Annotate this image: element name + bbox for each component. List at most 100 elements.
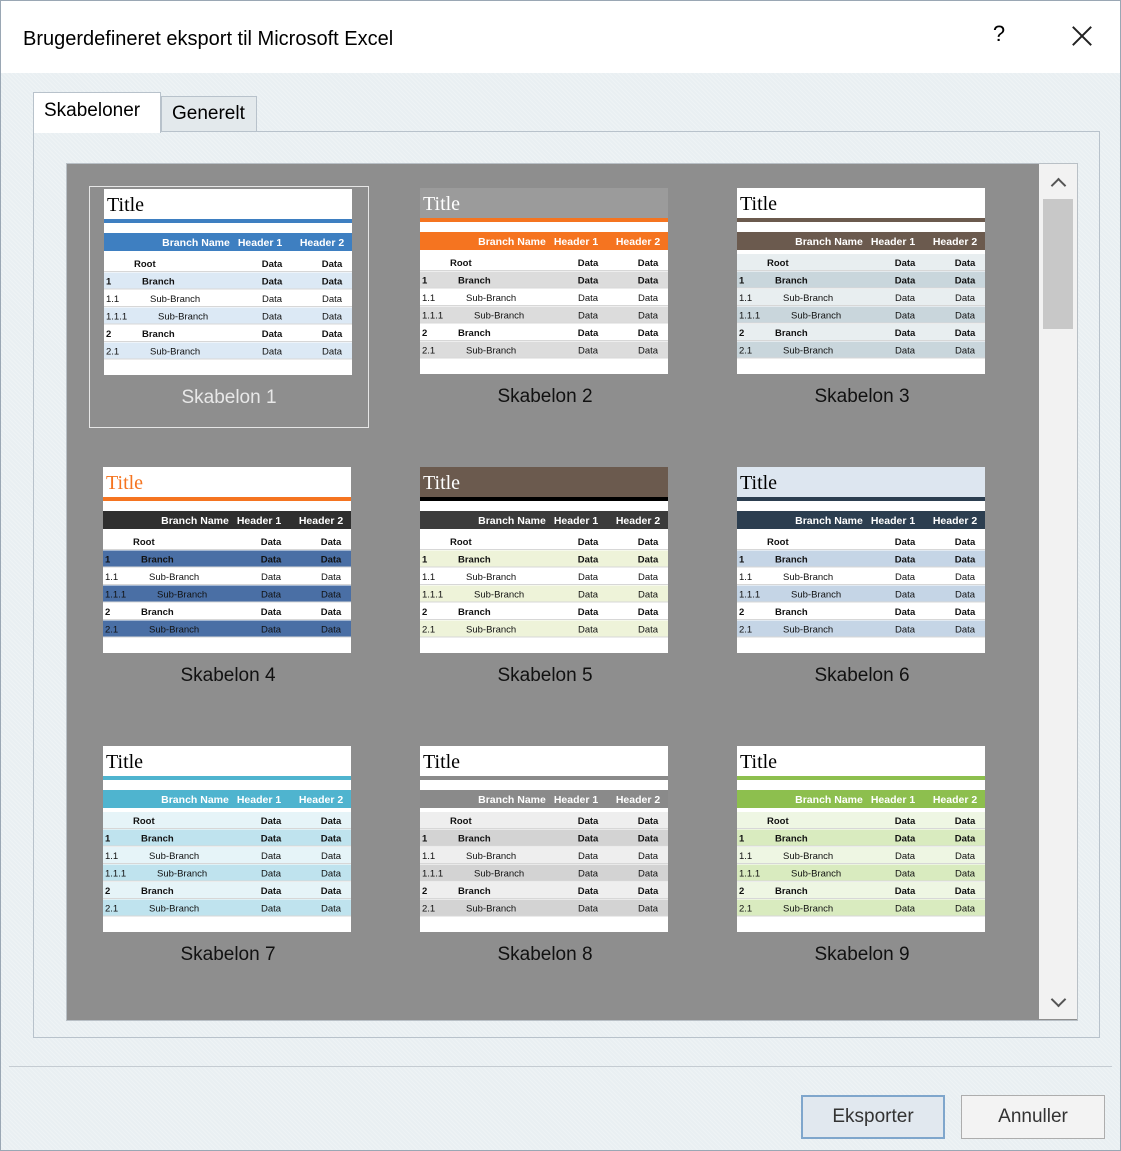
- svg-text:2.1: 2.1: [739, 625, 752, 636]
- svg-text:Data: Data: [578, 886, 599, 897]
- svg-text:Data: Data: [955, 293, 976, 304]
- preview-row-name: Sub-Branch: [149, 572, 199, 583]
- template-label: Skabelon 1: [181, 387, 277, 408]
- template-preview-svg: Title Branch Name Header 1 Header 2 Root Data…: [420, 188, 668, 359]
- svg-text:Data: Data: [261, 816, 282, 827]
- svg-text:Data: Data: [578, 276, 599, 287]
- svg-text:Data: Data: [578, 555, 599, 566]
- svg-text:Data: Data: [955, 886, 976, 897]
- preview-row-name: Root: [767, 816, 789, 827]
- preview-row-name: Sub-Branch: [783, 346, 833, 357]
- template-label: Skabelon 7: [180, 944, 276, 965]
- svg-text:2: 2: [422, 607, 427, 618]
- preview-row-name: Sub-Branch: [466, 346, 516, 357]
- template-preview-1: Title Branch Name Header 1 Header 2 Root Data…: [104, 189, 352, 375]
- preview-header: Header 2: [933, 794, 978, 806]
- preview-header: Branch Name: [162, 237, 230, 249]
- svg-text:1: 1: [739, 834, 745, 845]
- svg-text:Data: Data: [955, 311, 976, 322]
- preview-header: Header 1: [871, 515, 916, 527]
- preview-title: Title: [107, 194, 144, 216]
- preview-row-name: Root: [133, 816, 155, 827]
- close-icon[interactable]: [1069, 23, 1095, 49]
- svg-text:Data: Data: [638, 537, 659, 548]
- template-preview-3: Title Branch Name Header 1 Header 2 Root Data…: [737, 188, 985, 374]
- template-preview-svg: Title Branch Name Header 1 Header 2 Root Data…: [103, 467, 351, 638]
- tab-skabeloner[interactable]: Skabeloner: [33, 92, 161, 133]
- preview-title: Title: [423, 193, 460, 215]
- template-preview-svg: Title Branch Name Header 1 Header 2 Root Data…: [420, 746, 668, 917]
- svg-text:Data: Data: [261, 869, 282, 880]
- template-tile-6[interactable]: Title Branch Name Header 1 Header 2 Root Data…: [723, 465, 1003, 707]
- scroll-down-button[interactable]: [1039, 985, 1077, 1019]
- svg-text:Data: Data: [261, 537, 282, 548]
- svg-text:Data: Data: [261, 886, 282, 897]
- svg-text:2: 2: [106, 329, 111, 340]
- preview-row-name: Sub-Branch: [783, 625, 833, 636]
- svg-text:1.1.1: 1.1.1: [422, 590, 443, 601]
- svg-text:Data: Data: [895, 346, 916, 357]
- template-preview-svg: Title Branch Name Header 1 Header 2 Root Data…: [104, 189, 352, 360]
- svg-text:Data: Data: [638, 851, 659, 862]
- preview-row-name: Sub-Branch: [150, 347, 200, 358]
- template-tile-7[interactable]: Title Branch Name Header 1 Header 2 Root Data…: [89, 744, 369, 986]
- svg-text:Data: Data: [578, 537, 599, 548]
- svg-text:Data: Data: [955, 869, 976, 880]
- svg-text:Data: Data: [638, 607, 659, 618]
- svg-text:Data: Data: [321, 590, 342, 601]
- preview-row-name: Sub-Branch: [474, 590, 524, 601]
- template-label: Skabelon 4: [180, 665, 276, 686]
- gallery-scrollbar[interactable]: [1039, 164, 1077, 1019]
- preview-row-name: Branch: [775, 276, 808, 287]
- svg-text:Data: Data: [262, 259, 283, 270]
- scroll-thumb[interactable]: [1043, 199, 1073, 329]
- preview-row-name: Branch: [141, 555, 174, 566]
- svg-text:Data: Data: [895, 869, 916, 880]
- preview-title: Title: [740, 751, 777, 773]
- preview-row-name: Sub-Branch: [791, 590, 841, 601]
- svg-text:1.1.1: 1.1.1: [422, 869, 443, 880]
- svg-text:Data: Data: [578, 625, 599, 636]
- svg-text:Data: Data: [895, 590, 916, 601]
- template-preview-9: Title Branch Name Header 1 Header 2 Root Data…: [737, 746, 985, 932]
- preview-row-name: Sub-Branch: [791, 869, 841, 880]
- svg-text:1.1: 1.1: [105, 851, 118, 862]
- tab-generelt[interactable]: Generelt: [161, 96, 257, 132]
- template-label: Skabelon 5: [497, 665, 593, 686]
- preview-title: Title: [423, 472, 460, 494]
- export-button[interactable]: Eksporter: [801, 1095, 945, 1139]
- preview-row-name: Branch: [458, 328, 491, 339]
- scroll-up-button[interactable]: [1039, 164, 1077, 198]
- preview-row-name: Root: [450, 816, 472, 827]
- preview-header: Header 2: [616, 236, 661, 248]
- svg-text:Data: Data: [578, 311, 599, 322]
- template-tile-3[interactable]: Title Branch Name Header 1 Header 2 Root Data…: [723, 186, 1003, 428]
- export-dialog: Brugerdefineret eksport til Microsoft Ex…: [0, 0, 1121, 1151]
- template-tile-4[interactable]: Title Branch Name Header 1 Header 2 Root Data…: [89, 465, 369, 707]
- cancel-button[interactable]: Annuller: [961, 1095, 1105, 1139]
- help-button[interactable]: ?: [989, 21, 1009, 47]
- svg-text:Data: Data: [638, 816, 659, 827]
- preview-title: Title: [106, 751, 143, 773]
- preview-row-name: Sub-Branch: [791, 311, 841, 322]
- template-tile-5[interactable]: Title Branch Name Header 1 Header 2 Root Data…: [406, 465, 686, 707]
- preview-header: Branch Name: [478, 794, 546, 806]
- title-bar: Brugerdefineret eksport til Microsoft Ex…: [1, 1, 1120, 73]
- preview-header: Header 1: [237, 794, 282, 806]
- svg-text:2.1: 2.1: [422, 346, 435, 357]
- svg-text:Data: Data: [321, 537, 342, 548]
- template-tile-8[interactable]: Title Branch Name Header 1 Header 2 Root Data…: [406, 744, 686, 986]
- svg-text:2: 2: [739, 328, 744, 339]
- svg-text:Data: Data: [955, 555, 976, 566]
- svg-text:Data: Data: [638, 346, 659, 357]
- svg-text:Data: Data: [895, 572, 916, 583]
- template-tile-2[interactable]: Title Branch Name Header 1 Header 2 Root Data…: [406, 186, 686, 428]
- preview-row-name: Sub-Branch: [783, 851, 833, 862]
- template-tile-9[interactable]: Title Branch Name Header 1 Header 2 Root Data…: [723, 744, 1003, 986]
- preview-row-name: Root: [767, 258, 789, 269]
- template-tile-1[interactable]: Title Branch Name Header 1 Header 2 Root Data…: [89, 186, 369, 428]
- preview-header: Branch Name: [161, 515, 229, 527]
- preview-row-name: Sub-Branch: [157, 590, 207, 601]
- preview-header: Header 2: [616, 794, 661, 806]
- svg-text:Data: Data: [955, 537, 976, 548]
